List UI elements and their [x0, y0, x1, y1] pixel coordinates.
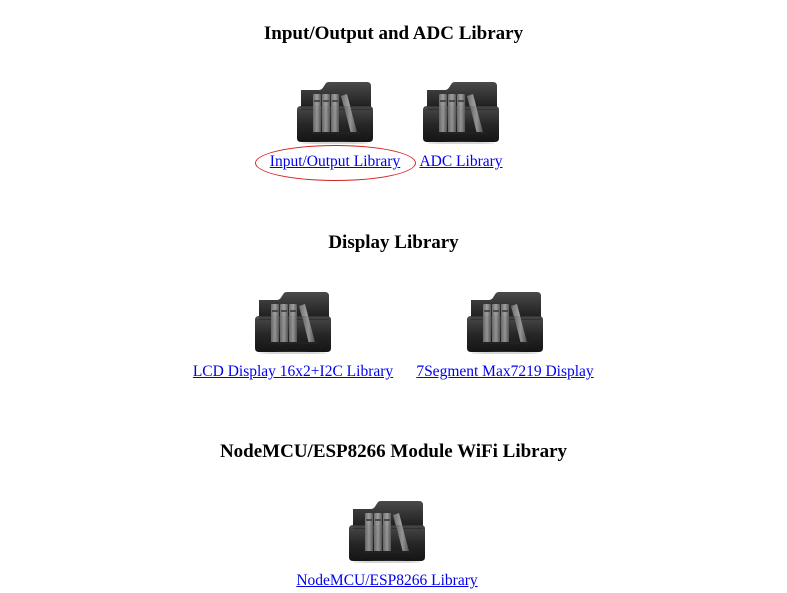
section-title-nodemcu: NodeMCU/ESP8266 Module WiFi Library	[219, 441, 568, 462]
library-item-input-output: Input/Output Library	[253, 80, 417, 171]
library-folder-icon[interactable]	[253, 290, 333, 354]
7segment-display-link[interactable]: 7Segment Max7219 Display	[416, 363, 593, 381]
lcd-display-library-link[interactable]: LCD Display 16x2+I2C Library	[193, 363, 393, 381]
library-item-adc: ADC Library	[411, 80, 511, 171]
library-item-lcd: LCD Display 16x2+I2C Library	[186, 290, 400, 381]
library-folder-icon[interactable]	[465, 290, 545, 354]
input-output-library-link[interactable]: Input/Output Library	[270, 153, 400, 171]
adc-library-link[interactable]: ADC Library	[419, 153, 502, 171]
section-title-io-adc: Input/Output and ADC Library	[263, 23, 524, 44]
library-item-7segment: 7Segment Max7219 Display	[408, 290, 602, 381]
nodemcu-esp8266-library-link[interactable]: NodeMCU/ESP8266 Library	[296, 572, 477, 590]
library-folder-icon[interactable]	[295, 80, 375, 144]
library-item-nodemcu: NodeMCU/ESP8266 Library	[287, 499, 487, 590]
library-folder-icon[interactable]	[421, 80, 501, 144]
section-title-display: Display Library	[328, 232, 459, 253]
library-folder-icon[interactable]	[347, 499, 427, 563]
